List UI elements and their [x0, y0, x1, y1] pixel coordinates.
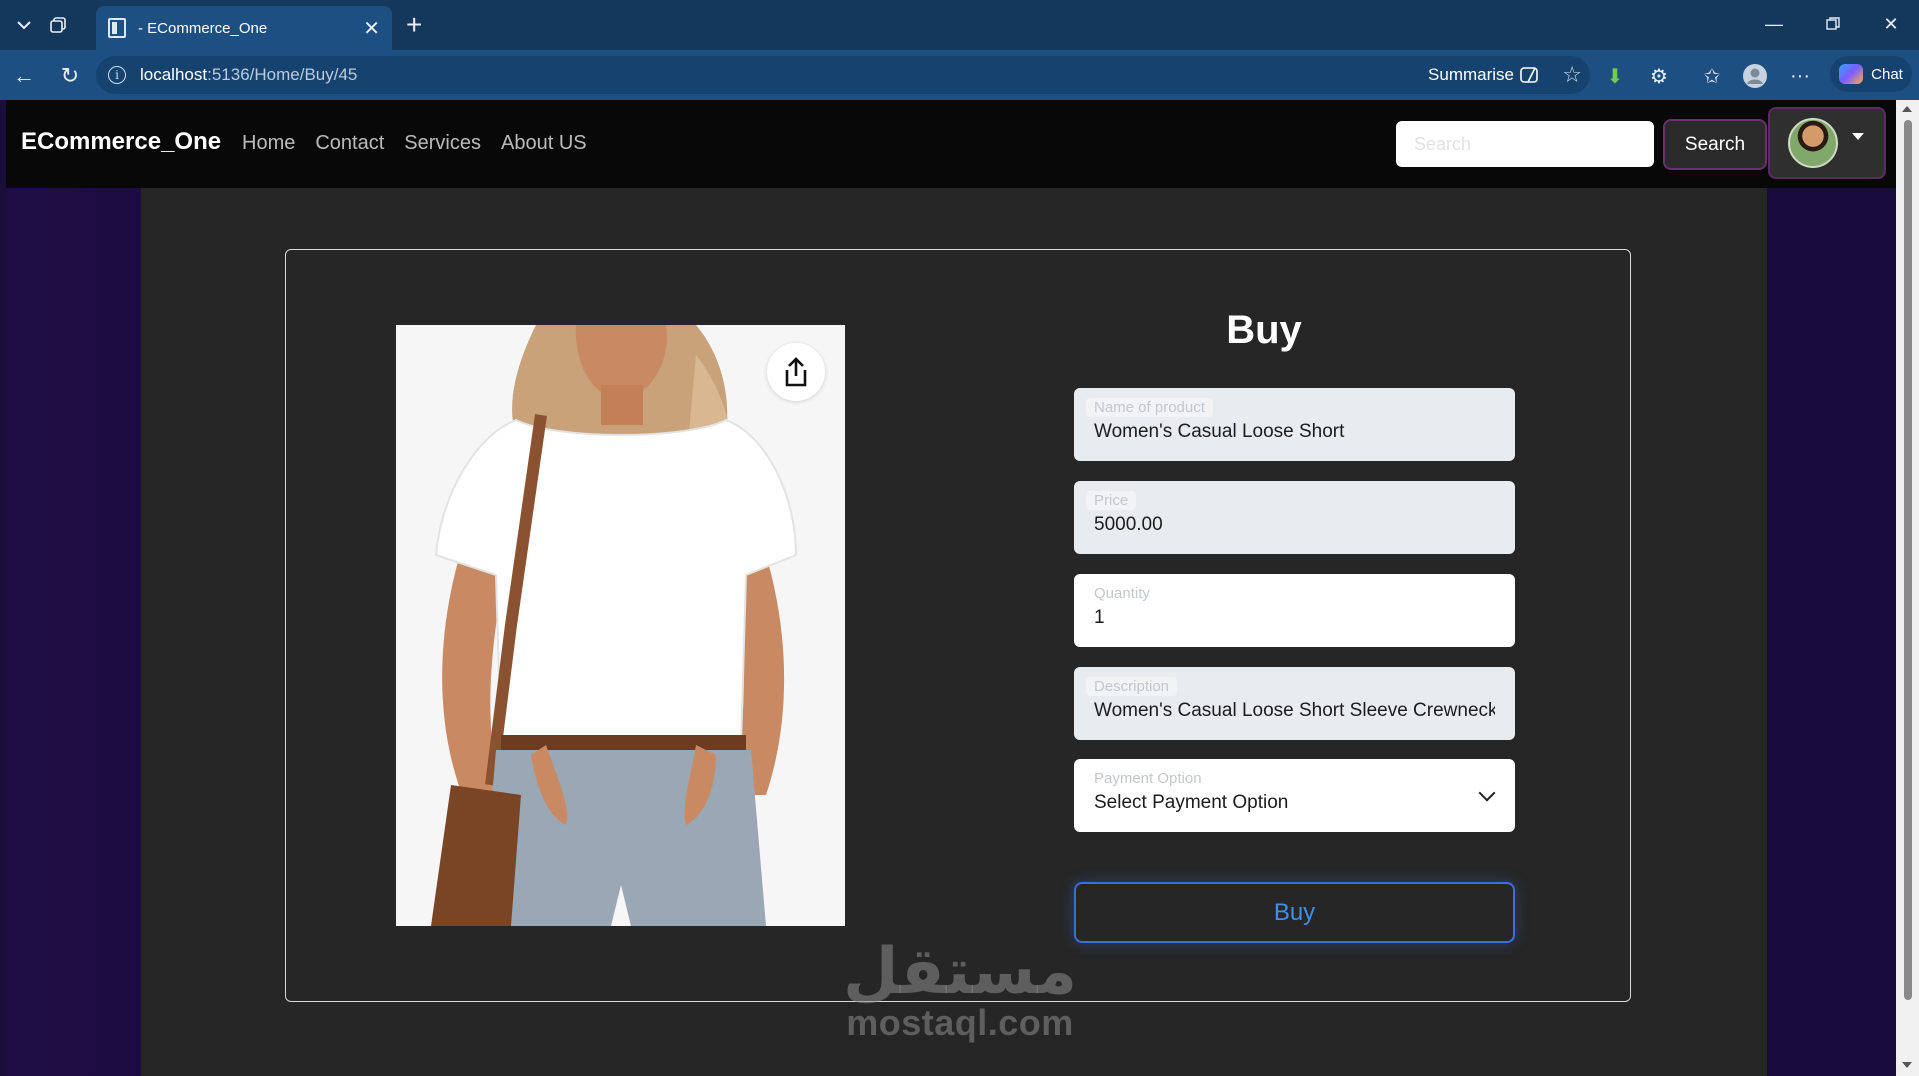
- url-path: :5136/Home/Buy/45: [207, 65, 358, 84]
- quantity-value: 1: [1094, 607, 1105, 628]
- workspaces-icon[interactable]: [42, 9, 74, 41]
- favorites-icon[interactable]: ✩: [1698, 62, 1726, 90]
- form-title: Buy: [1226, 308, 1302, 352]
- share-button[interactable]: [767, 343, 825, 401]
- browser-tab[interactable]: - ECommerce_One ✕: [96, 6, 392, 50]
- download-icon[interactable]: ⬇: [1601, 62, 1629, 90]
- nav-link-contact[interactable]: Contact: [315, 132, 384, 155]
- scroll-up-arrow-icon[interactable]: [1902, 106, 1912, 112]
- payment-option-select[interactable]: Payment Option Select Payment Option: [1074, 759, 1515, 832]
- description-value: Women's Casual Loose Short Sleeve Crewne…: [1094, 700, 1495, 721]
- new-tab-plus-icon[interactable]: +: [406, 10, 422, 40]
- buy-button[interactable]: Buy: [1074, 882, 1515, 943]
- copilot-icon: [1839, 64, 1864, 84]
- window-close-icon[interactable]: ✕: [1863, 8, 1919, 40]
- refresh-icon[interactable]: ↻: [54, 60, 86, 92]
- watermark-logo: مستقل mostaql.com: [830, 935, 1090, 1044]
- product-name-value: Women's Casual Loose Short: [1094, 421, 1345, 442]
- tab-close-icon[interactable]: ✕: [363, 16, 380, 41]
- profile-icon[interactable]: [1741, 62, 1769, 90]
- url-field[interactable]: i localhost:5136/Home/Buy/45 Summarise ☆: [96, 56, 1590, 94]
- chat-label: Chat: [1871, 65, 1903, 83]
- page-icon: [108, 18, 126, 38]
- watermark-latin: mostaql.com: [846, 1002, 1074, 1043]
- page-viewport: ECommerce_One Home Contact Services Abou…: [6, 100, 1896, 1076]
- summarise-label: Summarise: [1428, 65, 1514, 84]
- scroll-down-arrow-icon[interactable]: [1902, 1062, 1912, 1068]
- product-image: [396, 325, 845, 926]
- profile-dropdown[interactable]: [1768, 107, 1886, 179]
- back-arrow-icon[interactable]: ←: [8, 60, 40, 92]
- quantity-label: Quantity: [1086, 584, 1158, 603]
- favorite-star-icon[interactable]: ☆: [1562, 62, 1582, 88]
- price-label: Price: [1086, 491, 1137, 510]
- description-field[interactable]: Description Women's Casual Loose Short S…: [1074, 667, 1515, 740]
- more-options-icon[interactable]: ···: [1786, 62, 1814, 90]
- payment-option-value: Select Payment Option: [1094, 792, 1289, 813]
- url-host: localhost: [140, 65, 208, 84]
- price-value: 5000.00: [1094, 514, 1163, 535]
- scroll-thumb[interactable]: [1904, 120, 1912, 1000]
- restore-icon[interactable]: [1805, 8, 1861, 40]
- extensions-icon[interactable]: ⚙: [1645, 62, 1673, 90]
- share-icon: [785, 357, 807, 387]
- search-button[interactable]: Search: [1663, 119, 1767, 170]
- browser-tab-bar: - ECommerce_One ✕ + — ✕: [0, 0, 1919, 50]
- tab-list-chevron-icon[interactable]: [8, 9, 40, 41]
- product-photo: [396, 325, 845, 926]
- site-navbar: ECommerce_One Home Contact Services Abou…: [6, 100, 1896, 188]
- caret-down-icon: [1852, 132, 1864, 140]
- product-name-field[interactable]: Name of product Women's Casual Loose Sho…: [1074, 388, 1515, 461]
- summarise-button[interactable]: Summarise: [1428, 56, 1542, 94]
- buy-card: Buy Name of product Women's Casual Loose…: [285, 249, 1631, 1002]
- payment-option-label: Payment Option: [1086, 769, 1210, 788]
- quantity-field[interactable]: Quantity 1: [1074, 574, 1515, 647]
- summarise-icon: [1520, 67, 1538, 83]
- tab-title: - ECommerce_One: [138, 19, 268, 37]
- brand-link[interactable]: ECommerce_One: [21, 128, 221, 156]
- minimize-icon[interactable]: —: [1746, 8, 1802, 40]
- description-label: Description: [1086, 677, 1178, 696]
- nav-link-services[interactable]: Services: [404, 132, 481, 155]
- browser-address-bar: ← ↻ i localhost:5136/Home/Buy/45 Summari…: [0, 50, 1919, 100]
- watermark-arabic: مستقل: [842, 935, 1078, 1009]
- search-input[interactable]: [1396, 121, 1654, 167]
- avatar: [1788, 118, 1838, 168]
- nav-link-home[interactable]: Home: [242, 132, 295, 155]
- price-field[interactable]: Price 5000.00: [1074, 481, 1515, 554]
- info-icon[interactable]: i: [108, 66, 126, 84]
- copilot-chat-button[interactable]: Chat: [1830, 56, 1912, 92]
- product-name-label: Name of product: [1086, 398, 1213, 417]
- page-scrollbar[interactable]: [1896, 100, 1919, 1076]
- nav-link-about[interactable]: About US: [501, 132, 587, 155]
- nav-menu: Home Contact Services About US: [242, 132, 587, 155]
